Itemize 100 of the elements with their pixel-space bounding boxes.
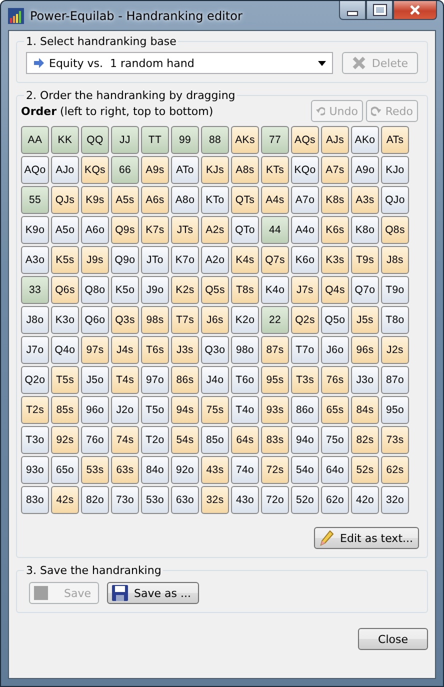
hand-cell[interactable]: 62s: [381, 456, 409, 484]
hand-cell[interactable]: 72s: [261, 456, 289, 484]
hand-cell[interactable]: 42o: [351, 486, 379, 514]
hand-cell[interactable]: J9o: [141, 276, 169, 304]
hand-cell[interactable]: 42s: [51, 486, 79, 514]
hand-cell[interactable]: K8o: [351, 216, 379, 244]
hand-cell[interactable]: KQs: [81, 156, 109, 184]
hand-cell[interactable]: AJs: [321, 126, 349, 154]
hand-cell[interactable]: Q5o: [321, 306, 349, 334]
hand-cell[interactable]: AKo: [351, 126, 379, 154]
hand-cell[interactable]: KJo: [381, 156, 409, 184]
hand-cell[interactable]: K9s: [81, 186, 109, 214]
hand-cell[interactable]: K6o: [291, 246, 319, 274]
hand-cell[interactable]: 96s: [351, 336, 379, 364]
hand-cell[interactable]: J8o: [21, 306, 49, 334]
hand-cell[interactable]: 98o: [231, 336, 259, 364]
hand-cell[interactable]: T2o: [141, 426, 169, 454]
hand-cell[interactable]: J6s: [201, 306, 229, 334]
hand-cell[interactable]: JJ: [111, 126, 139, 154]
hand-cell[interactable]: 54s: [171, 426, 199, 454]
close-dialog-button[interactable]: Close: [358, 628, 428, 650]
hand-cell[interactable]: 63s: [111, 456, 139, 484]
hand-cell[interactable]: 65s: [321, 396, 349, 424]
hand-cell[interactable]: A9s: [141, 156, 169, 184]
hand-cell[interactable]: 75o: [321, 426, 349, 454]
hand-cell[interactable]: 52o: [291, 486, 319, 514]
hand-cell[interactable]: 94s: [171, 396, 199, 424]
hand-cell[interactable]: QTs: [231, 186, 259, 214]
hand-cell[interactable]: 94o: [291, 426, 319, 454]
hand-cell[interactable]: 62o: [321, 486, 349, 514]
hand-cell[interactable]: J3s: [171, 336, 199, 364]
hand-cell[interactable]: Q6s: [51, 276, 79, 304]
hand-cell[interactable]: 52s: [351, 456, 379, 484]
hand-cell[interactable]: K8s: [321, 186, 349, 214]
hand-cell[interactable]: K4s: [231, 246, 259, 274]
hand-cell[interactable]: K3s: [321, 246, 349, 274]
hand-cell[interactable]: 95o: [381, 396, 409, 424]
hand-cell[interactable]: 87o: [381, 366, 409, 394]
hand-cell[interactable]: ATo: [171, 156, 199, 184]
hand-cell[interactable]: T4s: [111, 366, 139, 394]
hand-cell[interactable]: 53o: [141, 486, 169, 514]
hand-cell[interactable]: KK: [51, 126, 79, 154]
hand-cell[interactable]: 65o: [51, 456, 79, 484]
hand-cell[interactable]: Q5s: [201, 276, 229, 304]
hand-cell[interactable]: KTo: [201, 186, 229, 214]
hand-cell[interactable]: QTo: [231, 216, 259, 244]
hand-cell[interactable]: KTs: [261, 156, 289, 184]
hand-cell[interactable]: T9s: [351, 246, 379, 274]
hand-cell[interactable]: 88: [201, 126, 229, 154]
hand-cell[interactable]: 97o: [141, 366, 169, 394]
hand-cell[interactable]: A8o: [171, 186, 199, 214]
hand-cell[interactable]: T5o: [141, 396, 169, 424]
hand-cell[interactable]: AQs: [291, 126, 319, 154]
hand-cell[interactable]: 73s: [381, 426, 409, 454]
hand-cell[interactable]: A3o: [21, 246, 49, 274]
hand-cell[interactable]: 74s: [111, 426, 139, 454]
hand-cell[interactable]: 93s: [261, 396, 289, 424]
hand-cell[interactable]: 95s: [261, 366, 289, 394]
hand-cell[interactable]: Q7s: [261, 246, 289, 274]
hand-cell[interactable]: T8o: [381, 306, 409, 334]
hand-cell[interactable]: T3s: [291, 366, 319, 394]
hand-cell[interactable]: A6s: [141, 186, 169, 214]
hand-cell[interactable]: A7s: [321, 156, 349, 184]
hand-cell[interactable]: 54o: [291, 456, 319, 484]
hand-cell[interactable]: 76o: [81, 426, 109, 454]
hand-cell[interactable]: T3o: [21, 426, 49, 454]
hand-cell[interactable]: T6o: [231, 366, 259, 394]
hand-cell[interactable]: JTo: [141, 246, 169, 274]
hand-cell[interactable]: 84o: [141, 456, 169, 484]
hand-cell[interactable]: K2o: [231, 306, 259, 334]
hand-cell[interactable]: K9o: [21, 216, 49, 244]
hand-cell[interactable]: J5o: [81, 366, 109, 394]
hand-cell[interactable]: 99: [171, 126, 199, 154]
hand-cell[interactable]: A5s: [111, 186, 139, 214]
hand-cell[interactable]: JTs: [171, 216, 199, 244]
hand-cell[interactable]: T5s: [51, 366, 79, 394]
hand-cell[interactable]: 74o: [231, 456, 259, 484]
hand-cell[interactable]: Q9o: [111, 246, 139, 274]
hand-cell[interactable]: 85s: [51, 396, 79, 424]
hand-cell[interactable]: J7o: [21, 336, 49, 364]
hand-cell[interactable]: Q3o: [201, 336, 229, 364]
hand-cell[interactable]: A6o: [81, 216, 109, 244]
hand-cell[interactable]: KQo: [291, 156, 319, 184]
hand-cell[interactable]: Q4o: [51, 336, 79, 364]
hand-cell[interactable]: Q6o: [81, 306, 109, 334]
hand-cell[interactable]: A2o: [201, 246, 229, 274]
hand-cell[interactable]: 86o: [291, 396, 319, 424]
hand-cell[interactable]: Q2s: [291, 306, 319, 334]
hand-cell[interactable]: 92s: [51, 426, 79, 454]
ranking-base-dropdown[interactable]: Equity vs. 1 random hand: [26, 52, 333, 74]
hand-cell[interactable]: 76s: [321, 366, 349, 394]
hand-cell[interactable]: J4s: [111, 336, 139, 364]
hand-cell[interactable]: A4s: [261, 186, 289, 214]
hand-cell[interactable]: 87s: [261, 336, 289, 364]
hand-cell[interactable]: Q7o: [351, 276, 379, 304]
hand-cell[interactable]: J7s: [291, 276, 319, 304]
hand-cell[interactable]: 97s: [81, 336, 109, 364]
hand-cell[interactable]: 64s: [231, 426, 259, 454]
hand-cell[interactable]: T2s: [21, 396, 49, 424]
hand-cell[interactable]: 72o: [261, 486, 289, 514]
